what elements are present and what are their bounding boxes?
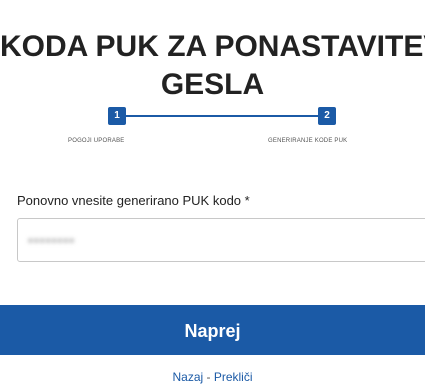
page-title: KODA PUK ZA PONASTAVITEV GESLA [0, 28, 425, 104]
footer-links: Nazaj - Prekliči [0, 370, 425, 384]
step-1-number: 1 [108, 107, 126, 125]
puk-reset-page: KODA PUK ZA PONASTAVITEV GESLA 1 POGOJI … [0, 0, 425, 386]
cancel-link[interactable]: Prekliči [214, 370, 253, 384]
step-1-label: POGOJI UPORABE [68, 138, 125, 144]
puk-code-value: •••••••• [28, 232, 76, 248]
progress-stepper: 1 POGOJI UPORABE 2 GENERIRANJE KODE PUK [0, 104, 425, 148]
next-button[interactable]: Naprej [0, 305, 425, 355]
step-2-number: 2 [318, 107, 336, 125]
step-2-label: GENERIRANJE KODE PUK [268, 138, 348, 144]
page-title-line-1: KODA PUK ZA PONASTAVITEV [0, 30, 425, 64]
link-separator: - [203, 370, 214, 384]
stepper-connector-line [124, 115, 318, 117]
back-link[interactable]: Nazaj [172, 370, 203, 384]
puk-code-label: Ponovno vnesite generirano PUK kodo * [17, 193, 250, 208]
puk-code-input[interactable]: •••••••• [17, 218, 425, 262]
page-title-line-2: GESLA [160, 68, 265, 102]
